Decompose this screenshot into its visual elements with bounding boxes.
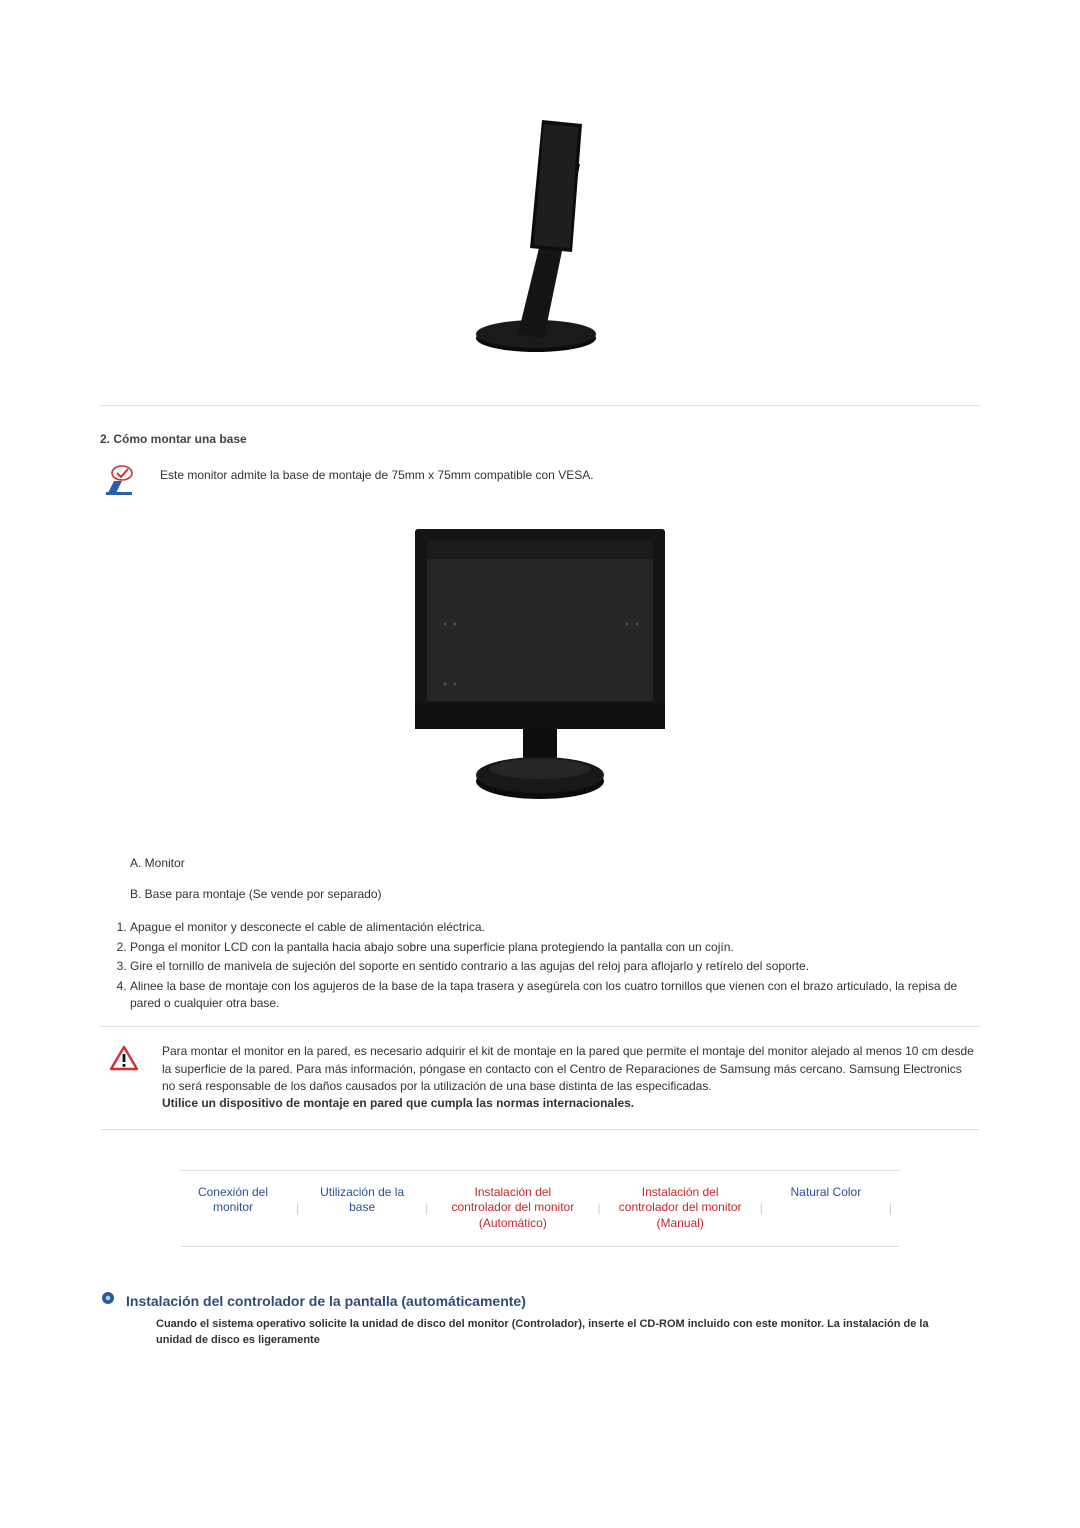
step-1: Apague el monitor y desconecte el cable … — [130, 919, 980, 936]
warning-paragraph: Para montar el monitor en la pared, es n… — [162, 1044, 974, 1093]
assembly-steps: Apague el monitor y desconecte el cable … — [110, 919, 980, 1012]
warning-triangle-icon — [104, 1043, 144, 1076]
vesa-note-text: Este monitor admite la base de montaje d… — [160, 461, 980, 484]
nav-separator: | — [425, 1200, 428, 1217]
step-3: Gire el tornillo de manivela de sujeción… — [130, 958, 980, 975]
nav-separator: | — [889, 1200, 892, 1217]
step-2: Ponga el monitor LCD con la pantalla hac… — [130, 939, 980, 956]
part-b: B. Base para montaje (Se vende por separ… — [130, 886, 980, 903]
nav-separator: | — [296, 1200, 299, 1217]
vesa-note-row: Este monitor admite la base de montaje d… — [100, 461, 980, 504]
wall-mount-warning: Para montar el monitor en la pared, es n… — [100, 1026, 980, 1130]
section-2-heading: 2. Cómo montar una base — [100, 431, 980, 448]
figure-monitor-front — [100, 519, 980, 814]
part-a: A. Monitor — [130, 855, 980, 872]
nav-instalacion-auto[interactable]: Instalación del controlador del monitor … — [446, 1185, 579, 1232]
nav-utilizacion-base[interactable]: Utilización de la base — [317, 1185, 407, 1216]
warning-text: Para montar el monitor en la pared, es n… — [162, 1043, 976, 1113]
monitor-front-illustration — [375, 519, 705, 809]
nav-natural-color[interactable]: Natural Color — [781, 1185, 871, 1201]
nav-separator: | — [760, 1200, 763, 1217]
section-nav: Conexión del monitor | Utilización de la… — [180, 1170, 900, 1247]
monitor-tilted-illustration — [410, 90, 670, 360]
auto-install-heading-row: Instalación del controlador de la pantal… — [100, 1291, 980, 1311]
nav-separator: | — [597, 1200, 600, 1217]
nav-conexion[interactable]: Conexión del monitor — [188, 1185, 278, 1216]
check-screw-icon — [100, 461, 140, 504]
figure-monitor-tilted — [100, 90, 980, 365]
warning-bold-line: Utilice un dispositivo de montaje en par… — [162, 1096, 634, 1110]
step-4: Alinee la base de montaje con los agujer… — [130, 978, 980, 1013]
bullet-circle-icon — [100, 1291, 116, 1310]
auto-install-heading: Instalación del controlador de la pantal… — [126, 1291, 526, 1311]
nav-instalacion-manual[interactable]: Instalación del controlador del monitor … — [619, 1185, 742, 1232]
parts-description: A. Monitor B. Base para montaje (Se vend… — [130, 855, 980, 904]
divider — [100, 405, 980, 406]
auto-install-subtext: Cuando el sistema operativo solicite la … — [156, 1317, 936, 1349]
